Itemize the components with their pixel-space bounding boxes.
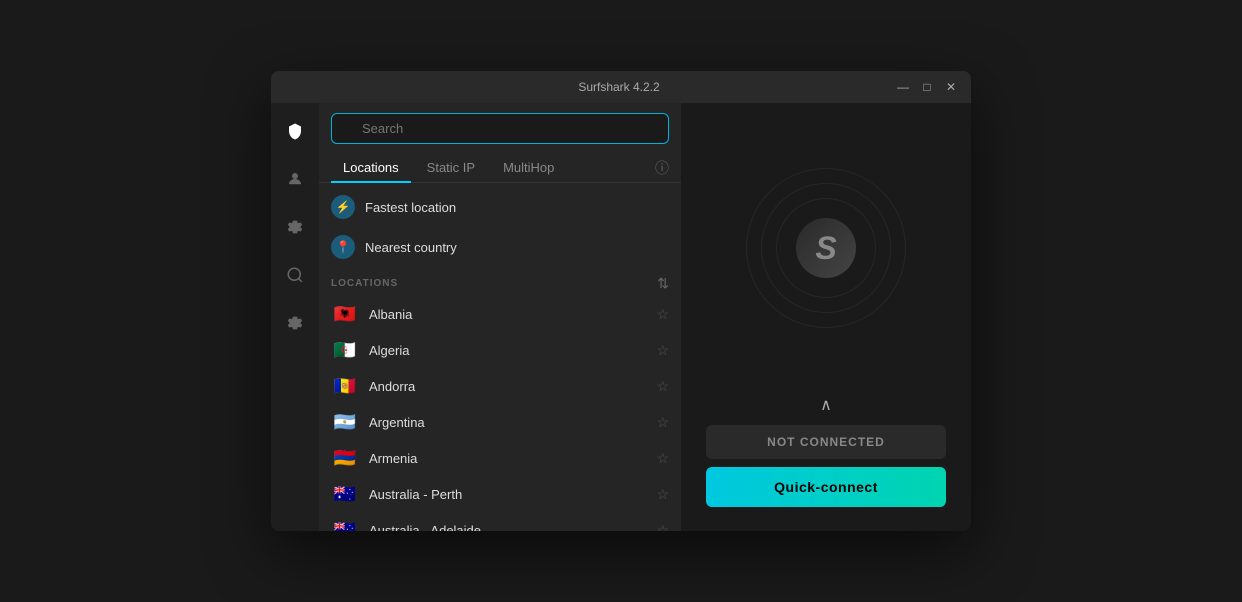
logo-letter: S: [815, 230, 836, 267]
country-algeria[interactable]: 🇩🇿 Algeria ☆: [319, 332, 681, 368]
fastest-icon: ⚡: [331, 195, 355, 219]
fastest-label: Fastest location: [365, 200, 456, 215]
country-andorra[interactable]: 🇦🇩 Andorra ☆: [319, 368, 681, 404]
flag-albania: 🇦🇱: [331, 304, 359, 324]
star-argentina[interactable]: ☆: [656, 414, 669, 431]
sidebar: [271, 103, 319, 531]
locations-section-header: LOCATIONS ⇅: [319, 267, 681, 296]
country-australia-adelaide[interactable]: 🇦🇺 Australia - Adelaide ☆: [319, 512, 681, 531]
flag-australia-perth: 🇦🇺: [331, 484, 359, 504]
close-button[interactable]: ✕: [943, 79, 959, 95]
sidebar-icon-gear[interactable]: [279, 307, 311, 339]
connection-status: NOT CONNECTED: [706, 425, 946, 459]
nearest-label: Nearest country: [365, 240, 457, 255]
flag-argentina: 🇦🇷: [331, 412, 359, 432]
minimize-button[interactable]: —: [895, 79, 911, 95]
app-title: Surfshark 4.2.2: [343, 80, 895, 94]
flag-australia-adelaide: 🇦🇺: [331, 520, 359, 531]
logo-circles: S: [746, 168, 906, 328]
flag-algeria: 🇩🇿: [331, 340, 359, 360]
tab-static-ip[interactable]: Static IP: [415, 154, 487, 183]
star-armenia[interactable]: ☆: [656, 450, 669, 467]
tab-locations[interactable]: Locations: [331, 154, 411, 183]
quick-connect-button[interactable]: Quick-connect: [706, 467, 946, 507]
section-label: LOCATIONS: [331, 278, 398, 289]
logo-s: S: [796, 218, 856, 278]
search-wrapper: [331, 113, 669, 144]
country-name-algeria: Algeria: [369, 343, 646, 358]
expand-button[interactable]: ∧: [706, 393, 946, 417]
panel: Locations Static IP MultiHop ⓘ ⚡ Fastest…: [319, 103, 681, 531]
flag-andorra: 🇦🇩: [331, 376, 359, 396]
fastest-location-item[interactable]: ⚡ Fastest location: [319, 187, 681, 227]
info-icon[interactable]: ⓘ: [655, 158, 669, 178]
main-content: Locations Static IP MultiHop ⓘ ⚡ Fastest…: [271, 103, 971, 531]
star-andorra[interactable]: ☆: [656, 378, 669, 395]
star-albania[interactable]: ☆: [656, 306, 669, 323]
country-name-argentina: Argentina: [369, 415, 646, 430]
connection-area: ∧ NOT CONNECTED Quick-connect: [706, 393, 946, 507]
star-algeria[interactable]: ☆: [656, 342, 669, 359]
tab-multihop[interactable]: MultiHop: [491, 154, 566, 183]
country-australia-perth[interactable]: 🇦🇺 Australia - Perth ☆: [319, 476, 681, 512]
tabs: Locations Static IP MultiHop ⓘ: [319, 150, 681, 183]
sidebar-icon-settings[interactable]: [279, 211, 311, 243]
country-name-australia-perth: Australia - Perth: [369, 487, 646, 502]
location-list: ⚡ Fastest location 📍 Nearest country LOC…: [319, 183, 681, 531]
maximize-button[interactable]: □: [919, 79, 935, 95]
flag-armenia: 🇦🇲: [331, 448, 359, 468]
country-albania[interactable]: 🇦🇱 Albania ☆: [319, 296, 681, 332]
app-window: Surfshark 4.2.2 — □ ✕: [271, 71, 971, 531]
star-australia-perth[interactable]: ☆: [656, 486, 669, 503]
country-name-armenia: Armenia: [369, 451, 646, 466]
star-australia-adelaide[interactable]: ☆: [656, 522, 669, 532]
sidebar-icon-shield[interactable]: [279, 115, 311, 147]
nearest-country-item[interactable]: 📍 Nearest country: [319, 227, 681, 267]
logo-area: S: [746, 103, 906, 393]
sort-icon[interactable]: ⇅: [657, 275, 669, 292]
search-input[interactable]: [331, 113, 669, 144]
right-panel: S ∧ NOT CONNECTED Quick-connect: [681, 103, 971, 531]
country-name-australia-adelaide: Australia - Adelaide: [369, 523, 646, 532]
country-armenia[interactable]: 🇦🇲 Armenia ☆: [319, 440, 681, 476]
country-name-albania: Albania: [369, 307, 646, 322]
search-container: [319, 103, 681, 150]
window-controls: — □ ✕: [895, 79, 959, 95]
nearest-icon: 📍: [331, 235, 355, 259]
sidebar-icon-search[interactable]: [279, 259, 311, 291]
title-bar: Surfshark 4.2.2 — □ ✕: [271, 71, 971, 103]
country-name-andorra: Andorra: [369, 379, 646, 394]
sidebar-icon-person[interactable]: [279, 163, 311, 195]
country-argentina[interactable]: 🇦🇷 Argentina ☆: [319, 404, 681, 440]
